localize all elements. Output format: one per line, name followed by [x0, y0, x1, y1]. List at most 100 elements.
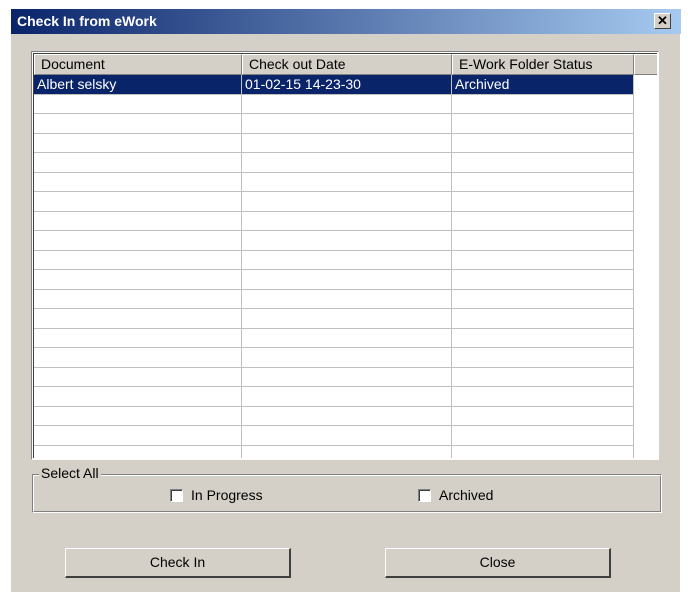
- table-row: [34, 231, 634, 251]
- empty-cell: [242, 133, 452, 153]
- empty-cell: [452, 153, 634, 173]
- table-row: [34, 328, 634, 348]
- empty-cell: [452, 211, 634, 231]
- empty-cell: [34, 250, 242, 270]
- empty-cell: [34, 133, 242, 153]
- empty-cell: [452, 192, 634, 212]
- table-row: [34, 153, 634, 173]
- empty-cell: [34, 114, 242, 134]
- empty-cell: [34, 94, 242, 114]
- table-row: [34, 192, 634, 212]
- empty-cell: [452, 367, 634, 387]
- empty-cell: [242, 192, 452, 212]
- empty-cell: [242, 406, 452, 426]
- empty-cell: [242, 231, 452, 251]
- close-button[interactable]: Close: [385, 548, 611, 578]
- empty-cell: [34, 192, 242, 212]
- empty-cell: [452, 94, 634, 114]
- column-header-check-out-date[interactable]: Check out Date: [242, 54, 452, 75]
- in-progress-label: In Progress: [191, 487, 263, 503]
- cell-folder-status: Archived: [452, 75, 634, 95]
- empty-cell: [242, 387, 452, 407]
- table-row: [34, 367, 634, 387]
- empty-cell: [34, 309, 242, 329]
- table-row: [34, 445, 634, 458]
- table-row: [34, 114, 634, 134]
- empty-cell: [452, 133, 634, 153]
- in-progress-option[interactable]: In Progress: [170, 487, 263, 503]
- select-all-label: Select All: [39, 465, 101, 481]
- list-rows: Albert selsky 01-02-15 14-23-30 Archived: [34, 75, 634, 458]
- empty-cell: [34, 270, 242, 290]
- table-row: [34, 211, 634, 231]
- empty-cell: [34, 289, 242, 309]
- empty-cell: [34, 172, 242, 192]
- check-in-dialog: Check In from eWork ✕ Document Check out…: [10, 9, 681, 592]
- empty-cell: [242, 426, 452, 446]
- empty-cell: [452, 114, 634, 134]
- empty-cell: [242, 309, 452, 329]
- close-icon[interactable]: ✕: [654, 13, 671, 29]
- empty-cell: [34, 406, 242, 426]
- table-row: [34, 289, 634, 309]
- empty-cell: [452, 406, 634, 426]
- empty-cell: [242, 328, 452, 348]
- in-progress-checkbox[interactable]: [170, 488, 183, 502]
- empty-cell: [242, 445, 452, 458]
- empty-cell: [452, 387, 634, 407]
- empty-cell: [34, 328, 242, 348]
- empty-cell: [242, 211, 452, 231]
- archived-checkbox[interactable]: [418, 488, 431, 502]
- empty-cell: [452, 172, 634, 192]
- check-in-button[interactable]: Check In: [65, 548, 291, 578]
- empty-cell: [452, 250, 634, 270]
- empty-cell: [242, 172, 452, 192]
- table-row: [34, 426, 634, 446]
- empty-cell: [452, 328, 634, 348]
- table-row: [34, 270, 634, 290]
- empty-cell: [452, 270, 634, 290]
- column-header-folder-status[interactable]: E-Work Folder Status: [452, 54, 634, 75]
- empty-cell: [242, 270, 452, 290]
- empty-cell: [34, 153, 242, 173]
- archived-label: Archived: [439, 487, 494, 503]
- empty-cell: [34, 426, 242, 446]
- empty-cell: [452, 348, 634, 368]
- empty-cell: [452, 309, 634, 329]
- empty-cell: [242, 114, 452, 134]
- empty-cell: [34, 387, 242, 407]
- empty-cell: [242, 367, 452, 387]
- table-row: [34, 133, 634, 153]
- table-row: [34, 250, 634, 270]
- window-title: Check In from eWork: [17, 13, 157, 29]
- column-header-document[interactable]: Document: [34, 54, 242, 75]
- cell-check-out-date: 01-02-15 14-23-30: [242, 75, 452, 95]
- empty-cell: [34, 367, 242, 387]
- list-header: Document Check out Date E-Work Folder St…: [34, 54, 657, 75]
- cell-document: Albert selsky: [34, 75, 242, 95]
- empty-cell: [242, 348, 452, 368]
- title-bar[interactable]: Check In from eWork ✕: [11, 9, 681, 34]
- table-row: [34, 406, 634, 426]
- empty-cell: [34, 445, 242, 458]
- table-row: [34, 348, 634, 368]
- select-all-group: Select All In Progress Archived: [32, 465, 662, 513]
- empty-cell: [452, 231, 634, 251]
- document-list[interactable]: Document Check out Date E-Work Folder St…: [31, 51, 659, 460]
- empty-cell: [242, 94, 452, 114]
- table-row: [34, 94, 634, 114]
- empty-cell: [34, 211, 242, 231]
- empty-cell: [242, 289, 452, 309]
- table-row[interactable]: Albert selsky 01-02-15 14-23-30 Archived: [34, 75, 634, 95]
- empty-cell: [452, 445, 634, 458]
- column-header-empty: [634, 54, 657, 75]
- empty-cell: [34, 231, 242, 251]
- archived-option[interactable]: Archived: [418, 487, 493, 503]
- empty-cell: [34, 348, 242, 368]
- table-row: [34, 172, 634, 192]
- empty-cell: [452, 426, 634, 446]
- empty-cell: [242, 153, 452, 173]
- table-row: [34, 309, 634, 329]
- table-row: [34, 387, 634, 407]
- empty-cell: [242, 250, 452, 270]
